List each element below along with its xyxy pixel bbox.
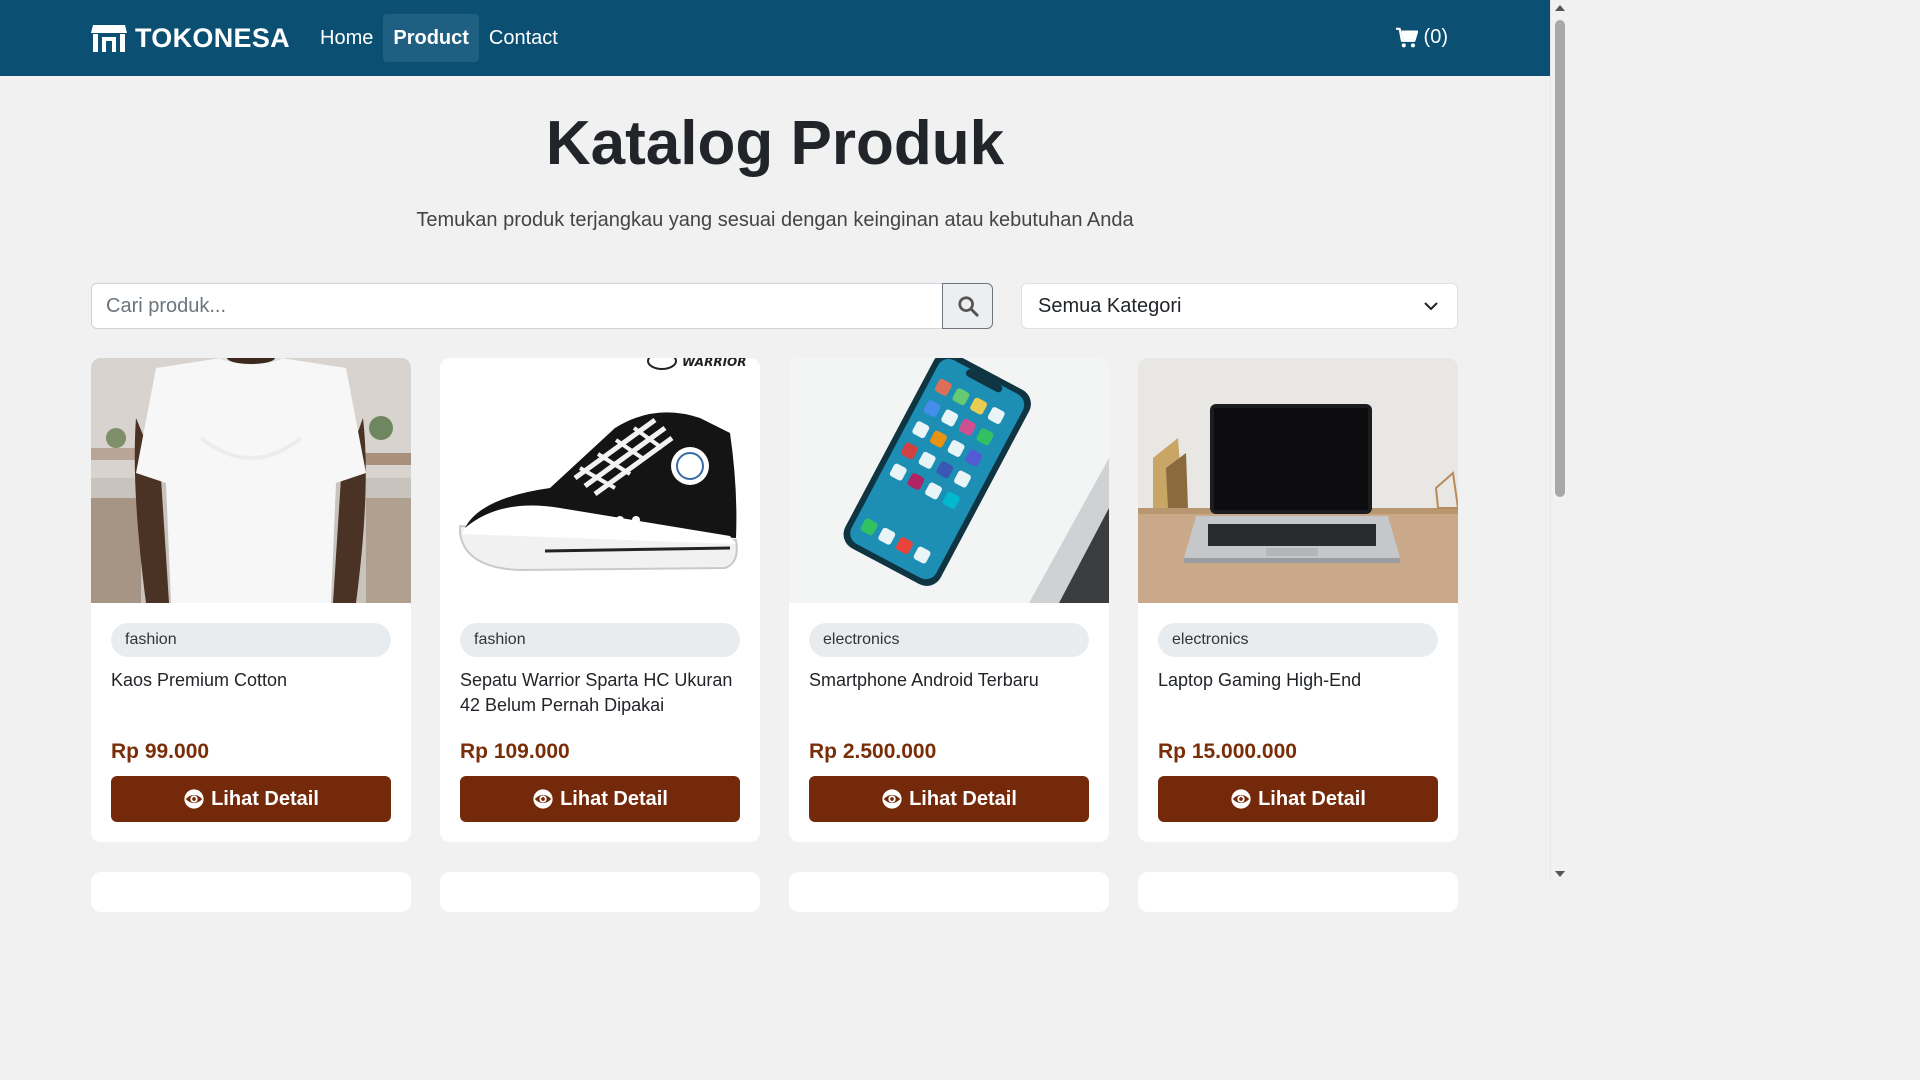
detail-button-label: Lihat Detail bbox=[1258, 787, 1366, 810]
product-card[interactable]: WARRIOR fashion Sepatu Warrior Sparta HC… bbox=[440, 358, 760, 842]
product-card-partial[interactable] bbox=[91, 872, 411, 912]
eye-icon bbox=[533, 789, 553, 809]
card-body: electronics Laptop Gaming High-End Rp 15… bbox=[1158, 623, 1438, 822]
scroll-down-arrow[interactable] bbox=[1555, 871, 1565, 877]
product-card-partial[interactable] bbox=[440, 872, 760, 912]
search-input[interactable] bbox=[91, 283, 942, 329]
card-body: electronics Smartphone Android Terbaru R… bbox=[809, 623, 1089, 822]
category-selected: Semua Kategori bbox=[1038, 294, 1182, 317]
chevron-down-icon bbox=[1424, 302, 1438, 311]
page-subtitle: Temukan produk terjangkau yang sesuai de… bbox=[416, 209, 1134, 231]
product-image[interactable] bbox=[1138, 872, 1458, 912]
scroll-up-arrow[interactable] bbox=[1555, 5, 1565, 11]
eye-icon bbox=[184, 789, 204, 809]
eye-icon bbox=[1231, 789, 1251, 809]
brand-name: TOKONESA bbox=[135, 22, 290, 53]
store-icon bbox=[91, 25, 127, 52]
product-price: Rp 15.000.000 bbox=[1158, 740, 1297, 763]
category-badge: fashion bbox=[460, 623, 740, 657]
nav-links: Home Product Contact bbox=[310, 14, 568, 62]
product-image[interactable] bbox=[91, 358, 411, 603]
nav-link-home[interactable]: Home bbox=[310, 14, 383, 62]
product-image[interactable]: WARRIOR bbox=[440, 358, 760, 603]
scroll-thumb[interactable] bbox=[1555, 20, 1565, 497]
product-image[interactable] bbox=[1138, 358, 1458, 603]
detail-button[interactable]: Lihat Detail bbox=[1158, 776, 1438, 822]
detail-button-label: Lihat Detail bbox=[909, 787, 1017, 810]
product-image[interactable] bbox=[91, 872, 411, 912]
product-image[interactable] bbox=[789, 358, 1109, 603]
product-price: Rp 99.000 bbox=[111, 740, 210, 763]
card-body: fashion Kaos Premium Cotton Rp 99.000 Li… bbox=[111, 623, 391, 822]
category-badge: electronics bbox=[809, 623, 1089, 657]
eye-icon bbox=[882, 789, 902, 809]
search-group bbox=[91, 283, 993, 329]
cart-count: (0) bbox=[1423, 26, 1448, 48]
page-scrollbar[interactable] bbox=[1550, 0, 1568, 882]
card-body: fashion Sepatu Warrior Sparta HC Ukuran … bbox=[460, 623, 740, 822]
product-image[interactable] bbox=[789, 872, 1109, 912]
product-price: Rp 2.500.000 bbox=[809, 740, 937, 763]
detail-button[interactable]: Lihat Detail bbox=[809, 776, 1089, 822]
category-select[interactable]: Semua Kategori bbox=[1021, 283, 1458, 329]
product-image[interactable] bbox=[440, 872, 760, 912]
svg-text:WARRIOR: WARRIOR bbox=[682, 358, 746, 369]
product-name: Smartphone Android Terbaru bbox=[809, 670, 1039, 690]
detail-button[interactable]: Lihat Detail bbox=[111, 776, 391, 822]
cart-button[interactable]: (0) bbox=[1395, 26, 1448, 49]
product-name: Laptop Gaming High-End bbox=[1158, 670, 1362, 690]
category-badge: fashion bbox=[111, 623, 391, 657]
product-name: Kaos Premium Cotton bbox=[111, 670, 288, 690]
brand[interactable]: TOKONESA bbox=[91, 22, 290, 54]
product-price: Rp 109.000 bbox=[460, 740, 570, 763]
category-badge: electronics bbox=[1158, 623, 1438, 657]
search-icon bbox=[957, 296, 979, 317]
search-button[interactable] bbox=[942, 283, 993, 329]
product-card[interactable]: electronics Laptop Gaming High-End Rp 15… bbox=[1138, 358, 1458, 842]
detail-button[interactable]: Lihat Detail bbox=[460, 776, 740, 822]
detail-button-label: Lihat Detail bbox=[211, 787, 319, 810]
product-card[interactable]: fashion Kaos Premium Cotton Rp 99.000 Li… bbox=[91, 358, 411, 842]
page-title: Katalog Produk bbox=[545, 109, 1005, 178]
product-card[interactable]: electronics Smartphone Android Terbaru R… bbox=[789, 358, 1109, 842]
navbar: TOKONESA Home Product Contact (0) bbox=[0, 0, 1550, 76]
nav-link-contact[interactable]: Contact bbox=[479, 14, 568, 62]
product-card-partial[interactable] bbox=[789, 872, 1109, 912]
product-card-partial[interactable] bbox=[1138, 872, 1458, 912]
detail-button-label: Lihat Detail bbox=[560, 787, 668, 810]
product-name: Sepatu Warrior Sparta HC Ukuran 42 Belum… bbox=[460, 670, 733, 715]
cart-icon bbox=[1395, 27, 1418, 47]
nav-link-product[interactable]: Product bbox=[383, 14, 479, 62]
